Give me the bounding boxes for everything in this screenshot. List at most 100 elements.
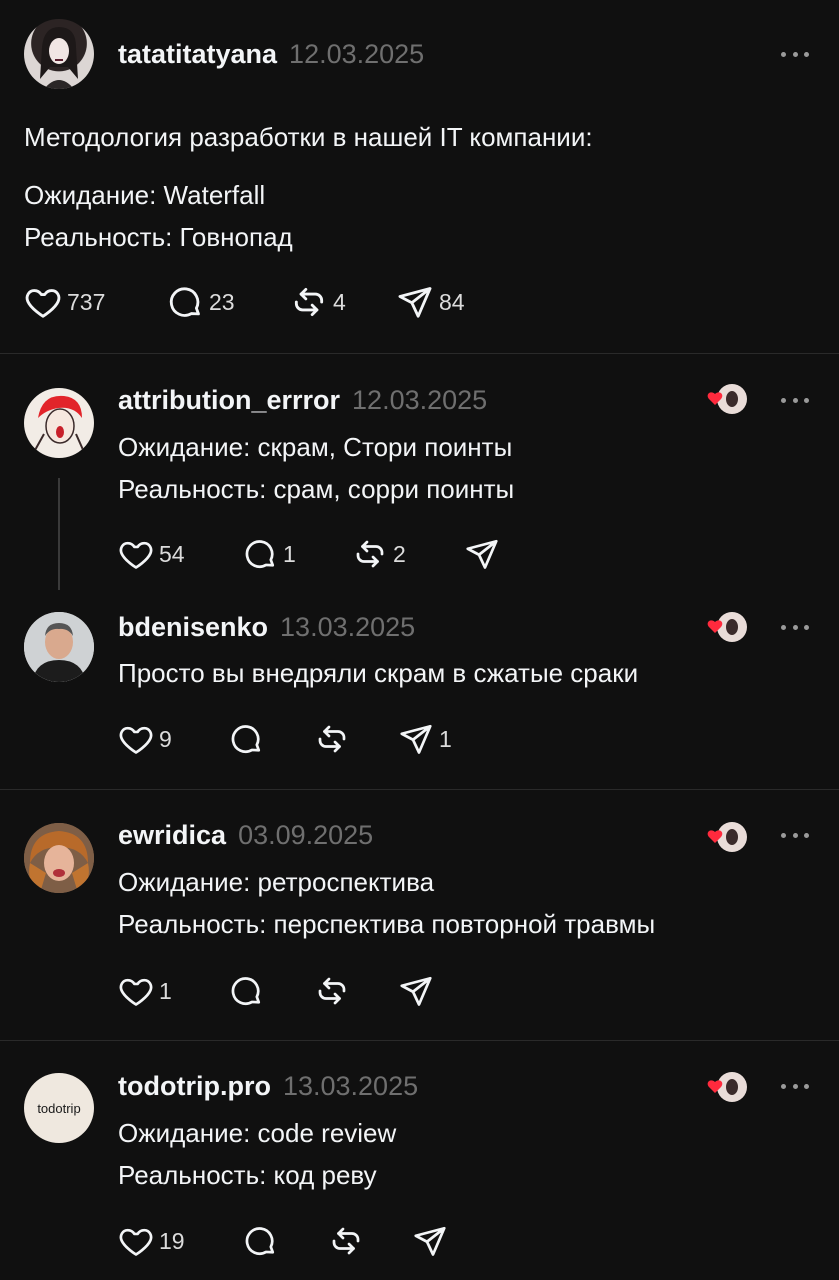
comment-button[interactable]: 23 (166, 282, 290, 322)
repost-button[interactable] (314, 719, 398, 759)
heart-icon (118, 973, 154, 1009)
like-button[interactable]: 9 (118, 719, 228, 759)
repost-icon (290, 283, 328, 321)
heart-icon (118, 721, 154, 757)
reply-text-line: Ожидание: code review (118, 1118, 397, 1148)
repost-count: 2 (393, 540, 406, 567)
send-icon (412, 1223, 448, 1259)
post-text-line: Методология разработки в нашей IT компан… (24, 122, 593, 152)
reply-text-line: Ожидание: ретроспектива (118, 867, 435, 897)
reply-header: attribution_errror 12.03.2025 (118, 383, 487, 417)
send-icon (398, 973, 434, 1009)
comment-icon (242, 1223, 278, 1259)
repost-icon (314, 721, 350, 757)
like-button[interactable]: 737 (24, 282, 166, 322)
reply-date: 13.03.2025 (282, 1070, 419, 1101)
reply-actions: 9 1 (118, 719, 452, 759)
author-liked-icon (707, 612, 747, 642)
avatar-logo-text: todotrip (37, 1100, 81, 1116)
avatar[interactable]: todotrip (24, 1073, 94, 1143)
username[interactable]: attribution_errror (118, 385, 340, 416)
share-button[interactable] (398, 971, 439, 1011)
more-options-icon[interactable] (781, 49, 809, 59)
share-button[interactable]: 1 (398, 719, 452, 759)
divider (0, 1040, 839, 1041)
repost-icon (314, 973, 350, 1009)
reply-header: ewridica 03.09.2025 (118, 818, 373, 852)
comment-count: 23 (209, 288, 235, 315)
comment-button[interactable] (228, 971, 314, 1011)
thread-line (58, 478, 60, 590)
comment-icon (166, 283, 204, 321)
comment-button[interactable] (242, 1221, 328, 1261)
repost-button[interactable] (328, 1221, 412, 1261)
like-count: 54 (159, 540, 185, 567)
divider (0, 353, 839, 354)
send-icon (464, 536, 500, 572)
like-count: 19 (159, 1227, 185, 1254)
like-count: 9 (159, 725, 172, 752)
more-options-icon[interactable] (781, 830, 809, 840)
post-text-line: Ожидание: Waterfall (24, 180, 266, 210)
username[interactable]: todotrip.pro (118, 1071, 271, 1102)
comment-icon (228, 721, 264, 757)
reply-date: 13.03.2025 (280, 611, 416, 642)
reply-actions: 54 1 2 (118, 534, 505, 574)
reply-text-line: Реальность: срам, сорри поинты (118, 474, 515, 504)
more-options-icon[interactable] (781, 622, 809, 632)
like-count: 737 (67, 288, 106, 315)
share-button[interactable]: 84 (396, 282, 465, 322)
share-count: 1 (439, 725, 452, 752)
like-button[interactable]: 19 (118, 1221, 242, 1261)
repost-icon (352, 536, 388, 572)
like-button[interactable]: 54 (118, 534, 242, 574)
comment-button[interactable]: 1 (242, 534, 352, 574)
reply-text-line: Просто вы внедряли скрам в сжатые сраки (118, 658, 639, 688)
heart-icon (118, 536, 154, 572)
avatar[interactable] (24, 19, 94, 89)
repost-button[interactable]: 2 (352, 534, 464, 574)
avatar[interactable] (24, 823, 94, 893)
reply-text-line: Реальность: код реву (118, 1160, 377, 1190)
avatar[interactable] (24, 612, 94, 682)
repost-button[interactable] (314, 971, 398, 1011)
username[interactable]: tatatitatyana (118, 39, 277, 70)
send-icon (398, 721, 434, 757)
comment-count: 1 (283, 540, 296, 567)
reply-header: bdenisenko 13.03.2025 (118, 610, 415, 644)
post-actions: 737 23 4 84 (24, 282, 465, 322)
more-options-icon[interactable] (781, 1081, 809, 1091)
username[interactable]: bdenisenko (118, 612, 268, 643)
author-liked-icon (707, 822, 747, 852)
reply-actions: 1 (118, 971, 439, 1011)
share-button[interactable] (464, 534, 505, 574)
post-date: 12.03.2025 (289, 38, 425, 69)
like-button[interactable]: 1 (118, 971, 228, 1011)
reply-text-line: Ожидание: скрам, Стори поинты (118, 432, 513, 462)
more-options-icon[interactable] (781, 395, 809, 405)
share-button[interactable] (412, 1221, 453, 1261)
comment-icon (242, 536, 278, 572)
repost-count: 4 (333, 288, 346, 315)
share-count: 84 (439, 288, 465, 315)
author-liked-icon (707, 384, 747, 414)
repost-button[interactable]: 4 (290, 282, 396, 322)
comment-icon (228, 973, 264, 1009)
comment-button[interactable] (228, 719, 314, 759)
like-count: 1 (159, 977, 172, 1004)
heart-icon (118, 1223, 154, 1259)
send-icon (396, 283, 434, 321)
avatar[interactable] (24, 388, 94, 458)
reply-date: 12.03.2025 (352, 384, 488, 415)
reply-date: 03.09.2025 (238, 819, 374, 850)
reply-actions: 19 (118, 1221, 453, 1261)
heart-icon (24, 283, 62, 321)
post-text-line: Реальность: Говнопад (24, 222, 293, 252)
divider (0, 789, 839, 790)
author-liked-icon (707, 1072, 747, 1102)
reply-text-line: Реальность: перспектива повторной травмы (118, 909, 656, 939)
repost-icon (328, 1223, 364, 1259)
reply-header: todotrip.pro 13.03.2025 (118, 1069, 418, 1103)
username[interactable]: ewridica (118, 820, 226, 851)
post-header: tatatitatyana 12.03.2025 (118, 37, 424, 71)
